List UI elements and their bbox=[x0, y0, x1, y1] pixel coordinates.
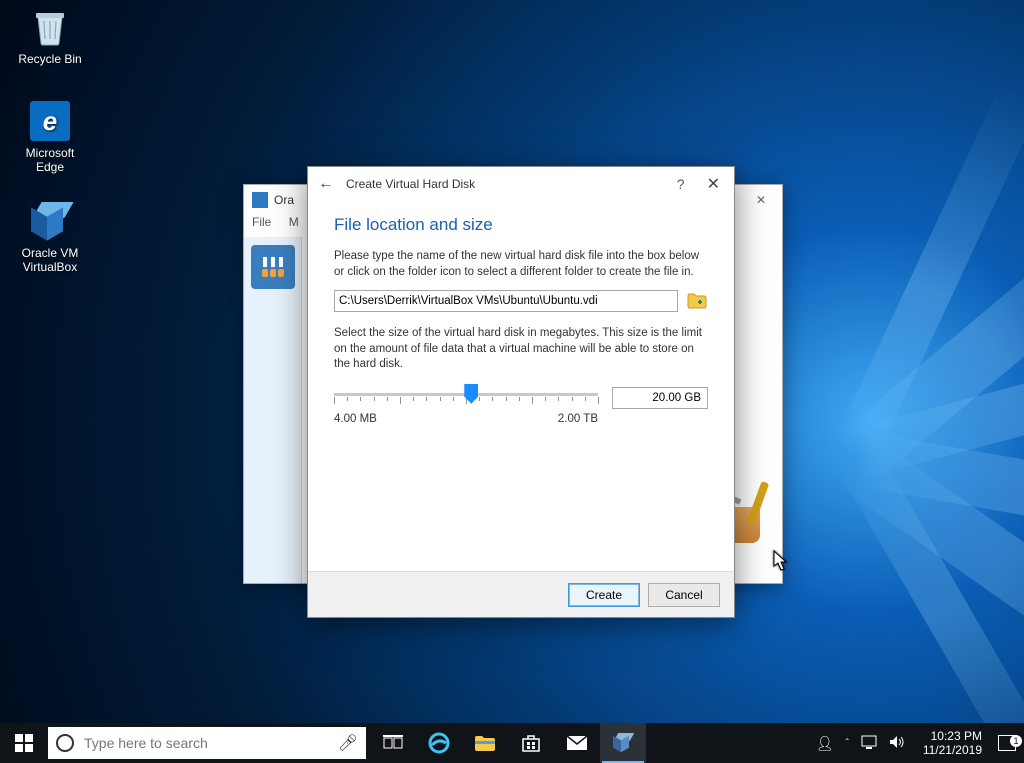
windows-logo-icon bbox=[15, 734, 33, 752]
virtualbox-icon bbox=[613, 733, 633, 753]
taskbar-clock[interactable]: 10:23 PM 11/21/2019 bbox=[915, 729, 990, 758]
dialog-title: Create Virtual Hard Disk bbox=[346, 177, 677, 191]
virtualbox-icon bbox=[252, 192, 268, 208]
people-icon[interactable]: 👤︎ bbox=[816, 735, 834, 752]
browse-folder-button[interactable] bbox=[686, 291, 708, 311]
clock-date: 11/21/2019 bbox=[923, 743, 982, 757]
vbox-sidebar bbox=[244, 237, 302, 583]
desktop-icon-virtualbox[interactable]: Oracle VM VirtualBox bbox=[12, 200, 88, 274]
close-button[interactable]: ✕ bbox=[703, 174, 724, 194]
start-button[interactable] bbox=[0, 723, 48, 763]
edge-icon: e bbox=[29, 100, 71, 142]
action-center-button[interactable]: 1 bbox=[990, 735, 1024, 751]
help-button[interactable]: ? bbox=[677, 176, 685, 192]
microphone-icon[interactable]: 🎤︎ bbox=[338, 733, 358, 753]
desktop-icon-recycle-bin[interactable]: Recycle Bin bbox=[12, 6, 88, 66]
taskbar-app-store[interactable] bbox=[508, 723, 554, 763]
taskbar-app-mail[interactable] bbox=[554, 723, 600, 763]
virtualbox-icon bbox=[29, 200, 71, 242]
desktop-icon-label: Microsoft Edge bbox=[12, 146, 88, 174]
clock-time: 10:23 PM bbox=[923, 729, 982, 743]
section-heading: File location and size bbox=[334, 215, 708, 235]
desktop-icon-label: Recycle Bin bbox=[12, 52, 88, 66]
back-button[interactable]: ← bbox=[318, 175, 334, 193]
create-button[interactable]: Create bbox=[568, 583, 640, 607]
network-icon[interactable] bbox=[861, 735, 877, 752]
recycle-bin-icon bbox=[29, 6, 71, 48]
volume-icon[interactable] bbox=[889, 735, 905, 752]
task-view-button[interactable] bbox=[370, 723, 416, 763]
create-virtual-hard-disk-dialog: ← Create Virtual Hard Disk ? ✕ File loca… bbox=[307, 166, 735, 618]
dialog-footer: Create Cancel bbox=[308, 571, 734, 617]
taskbar-search[interactable]: Type here to search 🎤︎ bbox=[48, 727, 366, 759]
dialog-titlebar[interactable]: ← Create Virtual Hard Disk ? ✕ bbox=[308, 167, 734, 201]
tray-overflow-icon[interactable]: ˆ bbox=[845, 738, 848, 749]
description-text-2: Select the size of the virtual hard disk… bbox=[334, 326, 708, 373]
taskbar-app-edge[interactable] bbox=[416, 723, 462, 763]
menu-machine[interactable]: M bbox=[289, 215, 299, 229]
cortana-icon bbox=[56, 734, 74, 752]
search-placeholder: Type here to search bbox=[84, 735, 338, 751]
slider-min-label: 4.00 MB bbox=[334, 413, 377, 425]
notification-count: 1 bbox=[1010, 735, 1022, 747]
desktop-icon-edge[interactable]: e Microsoft Edge bbox=[12, 100, 88, 174]
window-title: Ora bbox=[274, 193, 294, 207]
taskbar: Type here to search 🎤︎ 👤︎ ˆ 10:23 PM bbox=[0, 723, 1024, 763]
slider-max-label: 2.00 TB bbox=[558, 413, 598, 425]
description-text: Please type the name of the new virtual … bbox=[334, 249, 708, 280]
mouse-cursor-icon bbox=[773, 550, 789, 572]
size-input[interactable] bbox=[612, 387, 708, 409]
size-slider[interactable] bbox=[334, 383, 598, 413]
taskbar-app-virtualbox[interactable] bbox=[600, 723, 646, 763]
taskbar-app-file-explorer[interactable] bbox=[462, 723, 508, 763]
desktop-icon-label: Oracle VM VirtualBox bbox=[12, 246, 88, 274]
close-icon[interactable]: ✕ bbox=[748, 193, 774, 207]
cancel-button[interactable]: Cancel bbox=[648, 583, 720, 607]
tools-icon[interactable] bbox=[251, 245, 295, 289]
system-tray[interactable]: 👤︎ ˆ bbox=[806, 735, 915, 752]
menu-file[interactable]: File bbox=[252, 215, 271, 229]
file-path-input[interactable] bbox=[334, 290, 678, 312]
